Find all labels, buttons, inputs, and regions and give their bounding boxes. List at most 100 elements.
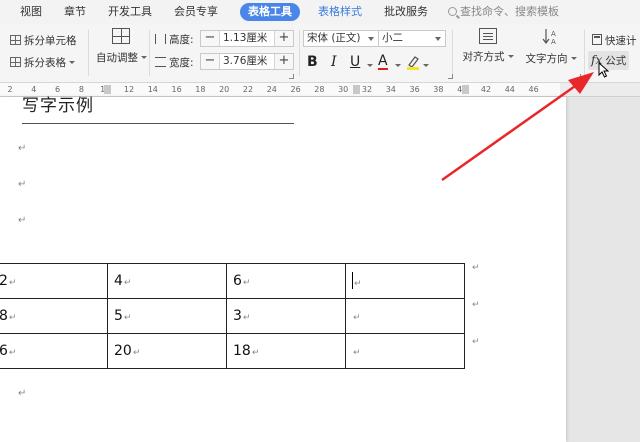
table-cell[interactable]: 2↵ [0, 263, 108, 299]
table-cell[interactable]: 5↵ [107, 298, 227, 334]
dialog-launcher-icon[interactable] [289, 74, 294, 79]
chevron-down-icon[interactable] [423, 64, 429, 67]
table-cell[interactable]: 20↵ [107, 333, 227, 369]
paragraph-mark: ↵ [8, 348, 17, 358]
font-size-select[interactable]: 小二 [378, 30, 446, 47]
ruler-tick-label: 2 [7, 85, 13, 94]
menu-review[interactable]: 批改服务 [384, 0, 428, 24]
split-table-button[interactable]: 拆分表格 [10, 55, 75, 70]
paragraph-mark: ↵ [251, 348, 260, 358]
ruler-margin-marker[interactable] [104, 85, 111, 94]
ruler-tick-label: 14 [147, 85, 158, 94]
table-cell[interactable]: 6↵ [226, 263, 346, 299]
divider [88, 30, 89, 76]
document-heading[interactable]: 写字示例 [22, 91, 94, 116]
search-placeholder: 查找命令、搜索模板 [460, 5, 559, 18]
table-cell[interactable]: ↵ [345, 263, 465, 299]
table-cell[interactable]: 8↵ [0, 298, 108, 334]
tab-table-tools[interactable]: 表格工具 [240, 3, 300, 21]
height-increase-button[interactable]: + [274, 31, 293, 46]
text-direction-icon: AA [542, 28, 560, 46]
width-label-text: 宽度: [169, 57, 194, 69]
cell-value: 20 [114, 343, 132, 359]
chevron-down-icon[interactable] [395, 64, 401, 67]
paragraph-mark: ↵ [18, 388, 27, 399]
cell-value: 5 [114, 308, 123, 324]
split-cell-button[interactable]: 拆分单元格 [10, 33, 77, 48]
underline-button[interactable]: U [350, 54, 360, 70]
paragraph-mark: ↵ [18, 143, 27, 154]
height-value[interactable]: 1.13厘米 [223, 31, 267, 46]
ruler-tick-label: 12 [123, 85, 135, 94]
menu-dev-tools[interactable]: 开发工具 [108, 0, 152, 24]
paragraph-mark: ↵ [242, 313, 251, 323]
height-decrease-button[interactable]: − [201, 31, 220, 46]
document-page[interactable]: 写字示例 ↵ ↵ ↵ 2↵ 4↵ 6↵ ↵ 8↵ 5↵ 3↵ ↵ 6↵ 20↵ 18↵ ↵ ↵ ↵ ↵… [0, 96, 566, 442]
command-search[interactable]: 查找命令、搜索模板 [448, 0, 559, 24]
chevron-down-icon [69, 61, 75, 64]
tab-table-style[interactable]: 表格样式 [318, 0, 362, 24]
paragraph-mark: ↵ [8, 278, 17, 288]
menu-chapter[interactable]: 章节 [64, 0, 86, 24]
table-row: 2↵ 4↵ 6↵ ↵ [0, 263, 465, 299]
table-cell[interactable]: 4↵ [107, 263, 227, 299]
bold-button[interactable]: B [307, 54, 318, 70]
table-cell[interactable]: 6↵ [0, 333, 108, 369]
paragraph-mark: ↵ [123, 278, 132, 288]
auto-fit-button[interactable]: 自动调整 [96, 28, 147, 65]
paragraph-mark: ↵ [353, 348, 361, 358]
menu-member[interactable]: 会员专享 [174, 0, 218, 24]
calculator-icon [592, 34, 602, 45]
paragraph-mark: ↵ [242, 278, 251, 288]
chevron-down-icon [570, 57, 577, 60]
table-row: 8↵ 5↵ 3↵ ↵ [0, 298, 465, 334]
menu-view[interactable]: 视图 [20, 0, 42, 24]
table-cell[interactable]: 3↵ [226, 298, 346, 334]
split-table-label: 拆分表格 [24, 57, 66, 69]
cell-value: 4 [114, 273, 123, 289]
table-cell[interactable]: ↵ [345, 298, 465, 334]
cell-value: 18 [233, 343, 251, 359]
text-cursor [352, 272, 353, 289]
highlight-icon[interactable] [406, 55, 419, 70]
ruler-tick-label: 36 [409, 85, 420, 94]
dialog-launcher-icon[interactable] [448, 74, 453, 79]
quick-calc-label: 快速计 [605, 35, 637, 47]
table-cell[interactable]: 18↵ [226, 333, 346, 369]
split-table-icon [10, 57, 21, 67]
row-end-mark: ↵ [472, 337, 480, 347]
font-size-value: 小二 [382, 32, 403, 44]
split-cell-icon [10, 35, 21, 45]
row-end-mark: ↵ [472, 263, 480, 273]
width-increase-button[interactable]: + [274, 54, 293, 69]
chevron-down-icon[interactable] [367, 64, 373, 67]
align-button[interactable]: 对齐方式 [462, 28, 514, 64]
ruler-tick-label: 30 [338, 85, 349, 94]
font-color-button[interactable]: A [378, 54, 388, 70]
font-name-select[interactable]: 宋体 (正文) [303, 30, 379, 47]
width-stepper[interactable]: − 3.76厘米 + [200, 53, 294, 70]
table-row: 6↵ 20↵ 18↵ ↵ [0, 333, 465, 369]
ruler-indent-marker[interactable] [353, 85, 360, 94]
italic-button[interactable]: I [331, 54, 337, 70]
width-value[interactable]: 3.76厘米 [223, 54, 267, 69]
paragraph-mark: ↵ [123, 313, 132, 323]
quick-calc-button[interactable]: 快速计 [592, 33, 637, 48]
paragraph-mark: ↵ [18, 215, 27, 226]
paragraph-mark: ↵ [354, 279, 362, 289]
horizontal-ruler[interactable]: 2468101214161820222426283032343638404244… [0, 83, 640, 97]
split-cell-label: 拆分单元格 [24, 35, 77, 47]
ruler-column-marker[interactable] [462, 85, 469, 94]
data-table[interactable]: 2↵ 4↵ 6↵ ↵ 8↵ 5↵ 3↵ ↵ 6↵ 20↵ 18↵ ↵ [0, 263, 465, 369]
width-decrease-button[interactable]: − [201, 54, 220, 69]
chevron-down-icon [435, 37, 441, 41]
ruler-tick-label: 34 [385, 85, 396, 94]
height-stepper[interactable]: − 1.13厘米 + [200, 30, 294, 47]
table-cell[interactable]: ↵ [345, 333, 465, 369]
ruler-tick-label: 20 [219, 85, 230, 94]
mouse-cursor-icon [598, 61, 610, 82]
dialog-launcher-icon[interactable] [576, 74, 581, 79]
cell-value: 3 [233, 308, 242, 324]
ruler-tick-label: 22 [242, 85, 254, 94]
text-direction-button[interactable]: AA 文字方向 [524, 28, 578, 66]
